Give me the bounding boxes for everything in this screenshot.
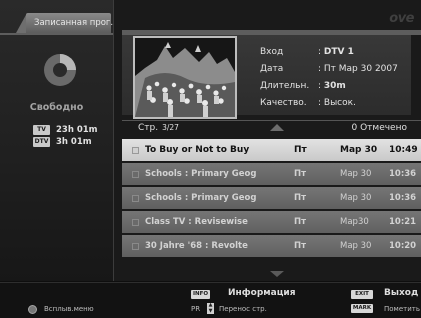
recording-date: Мар 30 xyxy=(340,193,372,203)
recording-title: To Buy or Not to Buy xyxy=(145,145,250,155)
duration-value: 30m xyxy=(323,81,346,91)
recordings-list: To Buy or Not to Buy Пт Мар 30 10:49 Sch… xyxy=(122,139,421,259)
recording-date: Мар 30 xyxy=(340,169,372,179)
storage-time-dtv: 3h 01m xyxy=(56,136,92,147)
info-label: Информация xyxy=(228,288,296,298)
page-number: 3/27 xyxy=(162,123,179,132)
input-value-wrap: : DTV 1 xyxy=(318,47,354,57)
crowd-scene-image xyxy=(135,38,235,117)
pr-label: PR xyxy=(191,305,201,313)
storage-time-tv: 23h 01m xyxy=(56,124,98,135)
pr-up-down-icon[interactable]: ▲ ▼ xyxy=(207,302,214,314)
recording-time: 10:21 xyxy=(389,217,417,227)
date-value: Пт Мар 30 2007 xyxy=(323,64,398,74)
page-label: Стр. xyxy=(138,123,159,133)
recording-row[interactable]: Schools : Primary Geog Пт Мар 30 10:36 xyxy=(122,187,421,209)
page-bar: Стр. 3/27 0 Отмечено xyxy=(122,120,421,137)
info-date-line: Дата : Пт Мар 30 2007 xyxy=(260,61,398,78)
info-quality-line: Качество. : Высок. xyxy=(260,95,398,112)
tab-underline xyxy=(0,33,113,35)
recording-time: 10:36 xyxy=(389,193,417,203)
quality-label: Качество. xyxy=(260,98,307,108)
dtv-badge: DTV xyxy=(33,136,50,147)
tab-recorded-programs[interactable]: Записанная прог. xyxy=(26,13,113,33)
recording-day: Пт xyxy=(294,169,307,179)
recording-date: Мар30 xyxy=(340,217,369,227)
page-move-label: Перенос стр. xyxy=(219,305,267,313)
mark-key-icon[interactable]: MARK xyxy=(351,304,373,313)
storage-row-dtv: DTV 3h 01m xyxy=(33,136,92,147)
scroll-up-icon[interactable] xyxy=(270,124,284,131)
mark-checkbox[interactable] xyxy=(132,147,139,154)
recording-row[interactable]: Schools : Primary Geog Пт Мар 30 10:36 xyxy=(122,163,421,185)
disk-usage-icon xyxy=(44,54,76,86)
duration-label: Длительн. xyxy=(260,81,310,91)
mark-checkbox[interactable] xyxy=(132,219,139,226)
date-value-wrap: : Пт Мар 30 2007 xyxy=(318,64,398,74)
popup-menu-button-icon[interactable] xyxy=(28,305,37,314)
info-duration-line: Длительн. : 30m xyxy=(260,78,398,95)
mark-checkbox[interactable] xyxy=(132,171,139,178)
recording-day: Пт xyxy=(294,193,307,203)
info-input-line: Вход : DTV 1 xyxy=(260,44,398,61)
recording-day: Пт xyxy=(294,241,307,251)
recording-row[interactable]: To Buy or Not to Buy Пт Мар 30 10:49 xyxy=(122,139,421,161)
exit-label: Выход xyxy=(384,288,419,298)
recording-preview-thumbnail xyxy=(133,36,237,119)
input-value: DTV 1 xyxy=(323,47,354,57)
recording-time: 10:36 xyxy=(389,169,417,179)
recording-day: Пт xyxy=(294,217,307,227)
recording-day: Пт xyxy=(294,145,307,155)
recording-row[interactable]: Class TV : Revisewise Пт Мар30 10:21 xyxy=(122,211,421,233)
duration-value-wrap: : 30m xyxy=(318,81,346,91)
date-label: Дата xyxy=(260,64,284,74)
recording-title: Schools : Primary Geog xyxy=(145,169,257,179)
recording-title: Class TV : Revisewise xyxy=(145,217,248,227)
quality-value: Высок. xyxy=(323,98,356,108)
brand-logo: ove xyxy=(389,11,414,26)
recording-title: Schools : Primary Geog xyxy=(145,193,257,203)
mark-checkbox[interactable] xyxy=(132,195,139,202)
scroll-down-icon[interactable] xyxy=(270,271,284,277)
mark-label: Пометить xyxy=(384,305,420,313)
quality-value-wrap: : Высок. xyxy=(318,98,356,108)
tv-badge: TV xyxy=(33,124,50,135)
recording-date: Мар 30 xyxy=(340,145,378,155)
preview-image xyxy=(135,38,235,117)
input-label: Вход xyxy=(260,47,284,57)
recording-time: 10:20 xyxy=(389,241,417,251)
marked-count: 0 Отмечено xyxy=(351,123,408,133)
recording-time: 10:49 xyxy=(389,145,418,155)
footer-help-bar: Всплыв.меню INFO Информация PR ▲ ▼ Перено… xyxy=(0,282,421,318)
info-key-icon[interactable]: INFO xyxy=(191,290,210,299)
storage-panel: Записанная прог. Свободно TV 23h 01m DTV… xyxy=(0,0,114,281)
page-indicator: Стр. 3/27 xyxy=(138,123,179,133)
popup-menu-label[interactable]: Всплыв.меню xyxy=(44,305,94,313)
storage-row-tv: TV 23h 01m xyxy=(33,124,98,135)
recording-details: Вход : DTV 1 Дата : Пт Мар 30 2007 Длите… xyxy=(260,44,398,112)
recording-date: Мар 30 xyxy=(340,241,372,251)
free-space-label: Свободно xyxy=(29,102,84,113)
recording-row[interactable]: 30 Jahre '68 : Revolte Пт Мар 30 10:20 xyxy=(122,235,421,257)
mark-checkbox[interactable] xyxy=(132,243,139,250)
recording-title: 30 Jahre '68 : Revolte xyxy=(145,241,248,251)
exit-key-icon[interactable]: EXIT xyxy=(351,290,373,299)
